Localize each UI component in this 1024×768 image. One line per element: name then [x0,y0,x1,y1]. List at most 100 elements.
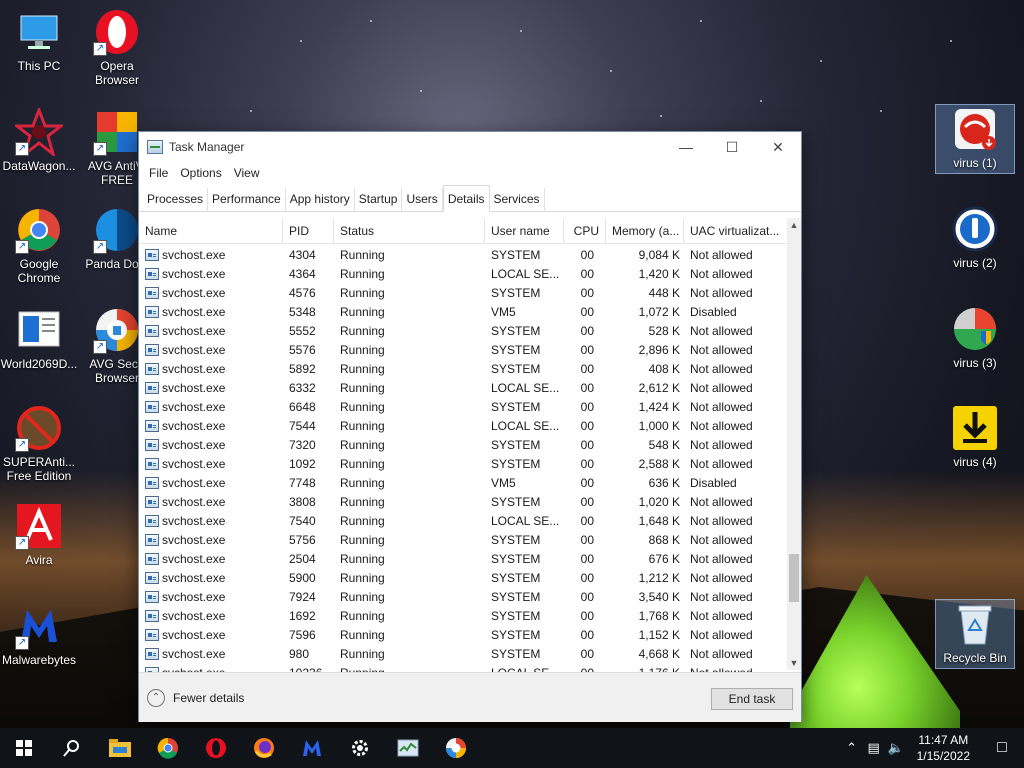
notification-icon[interactable]: □ [980,739,1024,757]
tab-services[interactable]: Services [490,188,545,211]
chrome-icon[interactable] [144,728,192,768]
table-row[interactable]: svchost.exe 7544 Running LOCAL SE... 00 1,000… [139,416,787,435]
minimize-button[interactable]: — [663,132,709,162]
table-row[interactable]: svchost.exe 7748 Running VM5 00 636 K Disabled [139,473,787,492]
tab-details[interactable]: Details [442,185,490,212]
cell-pid: 5892 [289,361,316,376]
desktop-icon-datawagon[interactable]: ↗ DataWagon... [0,105,78,173]
table-row[interactable]: svchost.exe 980 Running SYSTEM 00 4,668 K Not … [139,644,787,663]
scroll-down-arrow-icon[interactable]: ▼ [787,656,801,670]
menu-options[interactable]: Options [174,166,227,180]
table-row[interactable]: svchost.exe 1092 Running SYSTEM 00 2,588 K Not… [139,454,787,473]
table-row[interactable]: svchost.exe 5900 Running SYSTEM 00 1,212 K Not… [139,568,787,587]
desktop-icon-recycle-bin[interactable]: Recycle Bin [935,599,1015,669]
cell-pid: 6332 [289,380,316,395]
malwarebytes-icon[interactable] [288,728,336,768]
process-name: svchost.exe [162,475,226,490]
table-row[interactable]: svchost.exe 6332 Running LOCAL SE... 00 2,612… [139,378,787,397]
tab-performance[interactable]: Performance [208,188,286,211]
shortcut-arrow-icon: ↗ [15,536,29,550]
column-header-memory[interactable]: Memory (a... [606,218,684,243]
desktop-icon-virus-4[interactable]: virus (4) [936,404,1014,469]
desktop-icon-malwarebytes[interactable]: ↗ Malwarebytes [0,602,78,667]
scroll-up-arrow-icon[interactable]: ▲ [787,218,801,232]
opera-icon[interactable] [192,728,240,768]
column-header-name[interactable]: Name [139,218,283,243]
table-body: svchost.exe 4304 Running SYSTEM 00 9,084 K Not… [139,245,787,672]
table-row[interactable]: svchost.exe 4576 Running SYSTEM 00 448 K Not a… [139,283,787,302]
tab-users[interactable]: Users [402,188,443,211]
cell-cpu: 00 [580,266,594,281]
desktop-icon-virus-1[interactable]: virus (1) [935,104,1015,174]
column-header-user-name[interactable]: User name [485,218,564,243]
cell-name: svchost.exe [139,647,283,661]
column-header-uac[interactable]: UAC virtualizat... [684,218,787,243]
system-tray: ⌃ ▤ 🔈 11:47 AM 1/15/2022 □ [841,728,1024,768]
desktop-icon-world-doc[interactable]: World2069D... [0,306,78,371]
table-row[interactable]: svchost.exe 4364 Running LOCAL SE... 00 1,420… [139,264,787,283]
settings-gear-icon[interactable] [336,728,384,768]
cell-cpu: 00 [580,513,594,528]
table-row[interactable]: svchost.exe 5576 Running SYSTEM 00 2,896 K Not… [139,340,787,359]
cell-memory: 1,000 K [638,418,680,433]
cell-name: svchost.exe [139,324,283,338]
avg-secure-browser-icon[interactable] [432,728,480,768]
task-manager-icon[interactable] [384,728,432,768]
column-header-pid[interactable]: PID [283,218,334,243]
desktop-icon-opera[interactable]: ↗ Opera Browser [78,8,156,87]
tab-app-history[interactable]: App history [286,188,355,211]
start-icon[interactable] [0,728,48,768]
table-row[interactable]: svchost.exe 6648 Running SYSTEM 00 1,424 K Not… [139,397,787,416]
task-manager-window[interactable]: Task Manager — ☐ ✕ File Options View Pro… [138,131,802,722]
fewer-details-link[interactable]: ⌃ Fewer details [147,689,244,707]
firefox-icon[interactable] [240,728,288,768]
file-explorer-icon[interactable] [96,728,144,768]
desktop-icon-virus-3[interactable]: virus (3) [936,305,1014,370]
table-row[interactable]: svchost.exe 5892 Running SYSTEM 00 408 K Not a… [139,359,787,378]
maximize-button[interactable]: ☐ [709,132,755,162]
table-row[interactable]: svchost.exe 5552 Running SYSTEM 00 528 K Not a… [139,321,787,340]
chevron-up-icon[interactable]: ⌃ [841,740,863,756]
end-task-button[interactable]: End task [711,688,793,710]
scrollbar-thumb[interactable] [789,554,799,602]
desktop-icon-superantispyware[interactable]: ↗ SUPERAnti... Free Edition [0,404,78,483]
tab-startup[interactable]: Startup [355,188,403,211]
cell-name: svchost.exe [139,362,283,376]
table-row[interactable]: svchost.exe 7596 Running SYSTEM 00 1,152 K Not… [139,625,787,644]
menu-view[interactable]: View [228,166,266,180]
column-header-cpu[interactable]: CPU [564,218,606,243]
menu-file[interactable]: File [143,166,174,180]
table-row[interactable]: svchost.exe 7320 Running SYSTEM 00 548 K Not a… [139,435,787,454]
desktop-icon-google-chrome[interactable]: ↗ Google Chrome [0,206,78,285]
search-icon[interactable] [48,728,96,768]
title-bar[interactable]: Task Manager — ☐ ✕ [139,132,801,162]
cell-user-name: SYSTEM [491,342,541,357]
cell-uac: Not allowed [690,551,753,566]
desktop-icon-virus-2[interactable]: virus (2) [936,205,1014,270]
column-header-status[interactable]: Status [334,218,485,243]
close-button[interactable]: ✕ [755,132,801,162]
cell-status: Running [340,323,385,338]
table-row[interactable]: svchost.exe 5348 Running VM5 00 1,072 K Disabl… [139,302,787,321]
vertical-scrollbar[interactable]: ▲ ▼ [787,218,801,670]
table-row[interactable]: svchost.exe10236RunningLOCAL SE...001,17… [139,663,787,672]
table-row[interactable]: svchost.exe 3808 Running SYSTEM 00 1,020 K Not… [139,492,787,511]
table-row[interactable]: svchost.exe 7924 Running SYSTEM 00 3,540 K Not… [139,587,787,606]
volume-muted-icon[interactable]: 🔈 [885,740,907,756]
clock[interactable]: 11:47 AM 1/15/2022 [907,732,980,764]
tab-processes[interactable]: Processes [143,188,209,211]
panda-dome-icon: ↗ [93,206,141,254]
table-row[interactable]: svchost.exe 7540 Running LOCAL SE... 00 1,648… [139,511,787,530]
menu-bar: File Options View [139,162,801,184]
desktop-icon-avira[interactable]: ↗ Avira [0,502,78,567]
process-icon [145,476,159,489]
process-name: svchost.exe [162,399,226,414]
table-row[interactable]: svchost.exe 1692 Running SYSTEM 00 1,768 K Not… [139,606,787,625]
process-icon [145,514,159,527]
table-row[interactable]: svchost.exe 5756 Running SYSTEM 00 868 K Not a… [139,530,787,549]
table-row[interactable]: svchost.exe 2504 Running SYSTEM 00 676 K Not a… [139,549,787,568]
cell-memory: 636 K [648,475,680,490]
desktop-icon-this-pc[interactable]: This PC [0,8,78,73]
network-icon[interactable]: ▤ [863,740,885,756]
table-row[interactable]: svchost.exe 4304 Running SYSTEM 00 9,084 K Not… [139,245,787,264]
